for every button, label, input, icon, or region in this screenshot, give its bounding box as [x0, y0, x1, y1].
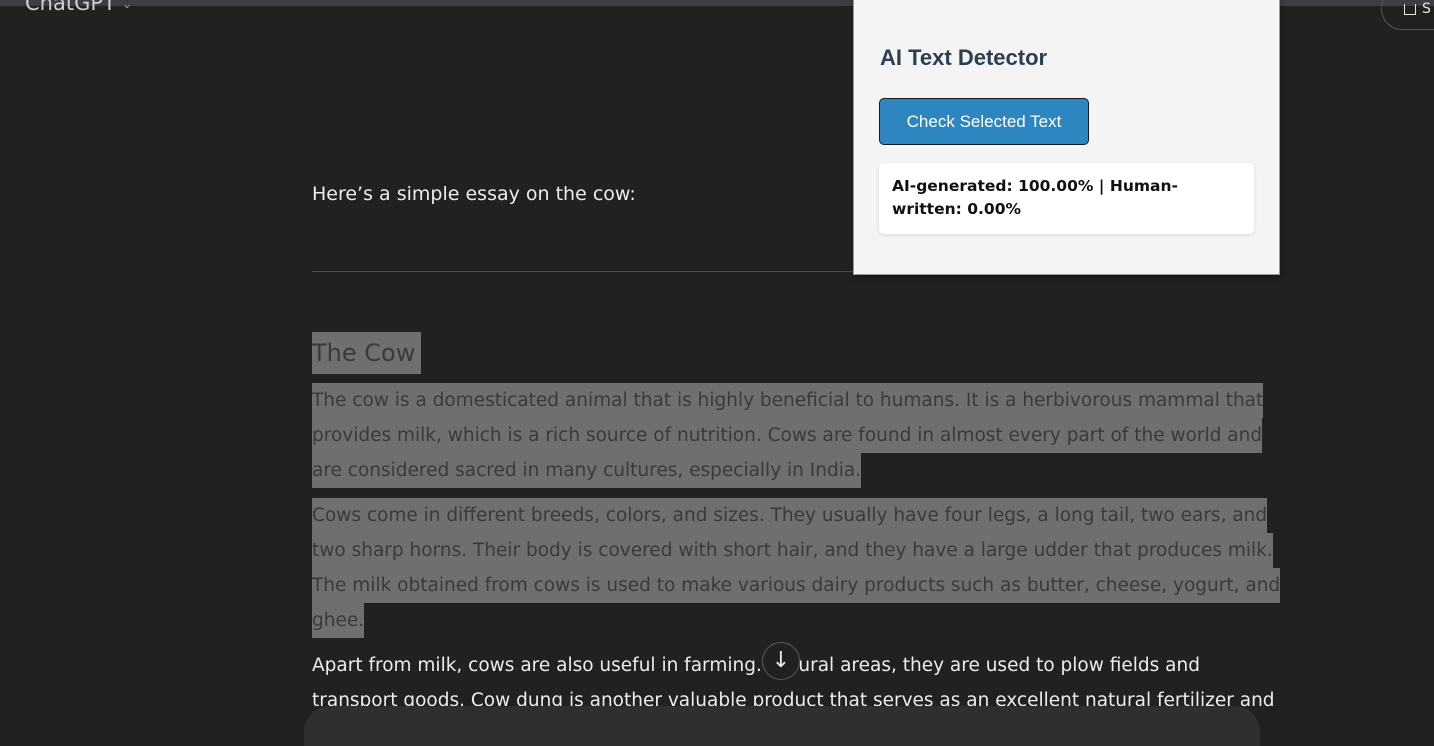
arrow-down-icon: ↓ — [771, 648, 791, 673]
paragraph-line: are considered sacred in many cultures, … — [312, 453, 862, 488]
ai-detector-popup: AI Text Detector Check Selected Text AI-… — [853, 0, 1280, 275]
share-button[interactable]: S — [1381, 0, 1434, 30]
paragraph-line: two sharp horns. Their body is covered w… — [312, 533, 1273, 568]
essay-heading: The Cow — [312, 332, 422, 374]
paragraph-line: The milk obtained from cows is used to m… — [312, 568, 1281, 603]
paragraph-line: ghee. — [312, 603, 365, 638]
popup-title: AI Text Detector — [880, 45, 1048, 70]
intro-text: Here’s a simple essay on the cow: — [312, 183, 636, 205]
detection-result: AI-generated: 100.00% | Human-written: 0… — [879, 163, 1254, 234]
model-label: ChatGPT — [25, 0, 116, 15]
paragraph-line: Apart from milk, cows are also useful in… — [312, 655, 1200, 676]
share-icon — [1404, 3, 1416, 15]
essay-paragraph-1: The cow is a domesticated animal that is… — [312, 383, 1264, 488]
model-selector[interactable]: ChatGPT ⌄ — [25, 0, 132, 15]
scroll-to-bottom-button[interactable]: ↓ — [762, 642, 800, 680]
paragraph-line: Cows come in different breeds, colors, a… — [312, 498, 1268, 533]
chevron-down-icon: ⌄ — [121, 0, 132, 11]
message-composer[interactable] — [304, 706, 1260, 746]
essay-paragraph-2: Cows come in different breeds, colors, a… — [312, 498, 1281, 638]
check-selected-text-button[interactable]: Check Selected Text — [879, 98, 1089, 145]
paragraph-line: The cow is a domesticated animal that is… — [312, 383, 1264, 418]
paragraph-line: provides milk, which is a rich source of… — [312, 418, 1263, 453]
